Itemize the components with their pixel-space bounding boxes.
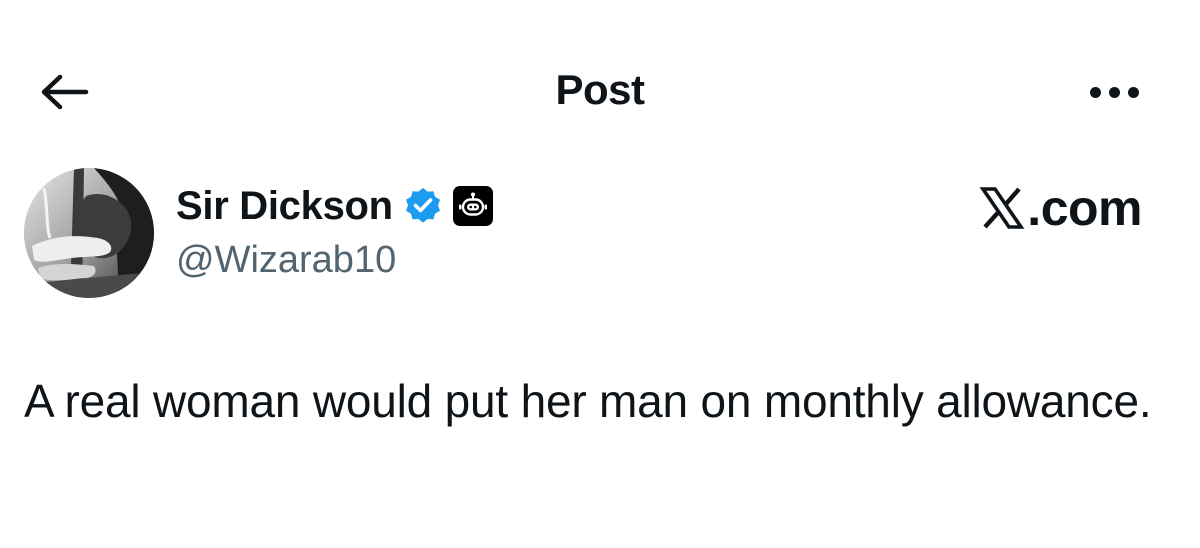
robot-badge-icon	[458, 192, 487, 216]
avatar[interactable]	[24, 168, 154, 298]
author-name[interactable]: Sir Dickson	[176, 180, 393, 232]
avatar-photo	[24, 168, 154, 298]
post-text: A real woman would put her man on monthl…	[24, 375, 1152, 427]
watermark-text: .com	[1027, 180, 1142, 236]
author-handle[interactable]: @Wizarab10	[176, 236, 396, 284]
x-logo-icon	[979, 187, 1025, 229]
ellipsis-dot	[1108, 86, 1120, 98]
page-title: Post	[555, 66, 645, 113]
more-options-button[interactable]	[1082, 72, 1146, 112]
watermark: .com	[979, 180, 1142, 236]
ellipsis-dot	[1127, 86, 1139, 98]
top-bar: Post	[0, 0, 1200, 180]
author-name-row: Sir Dickson	[176, 180, 493, 232]
verified-badge-icon[interactable]	[403, 186, 443, 226]
affiliation-badge[interactable]	[452, 186, 493, 226]
ellipsis-horizontal-icon	[1089, 86, 1101, 98]
